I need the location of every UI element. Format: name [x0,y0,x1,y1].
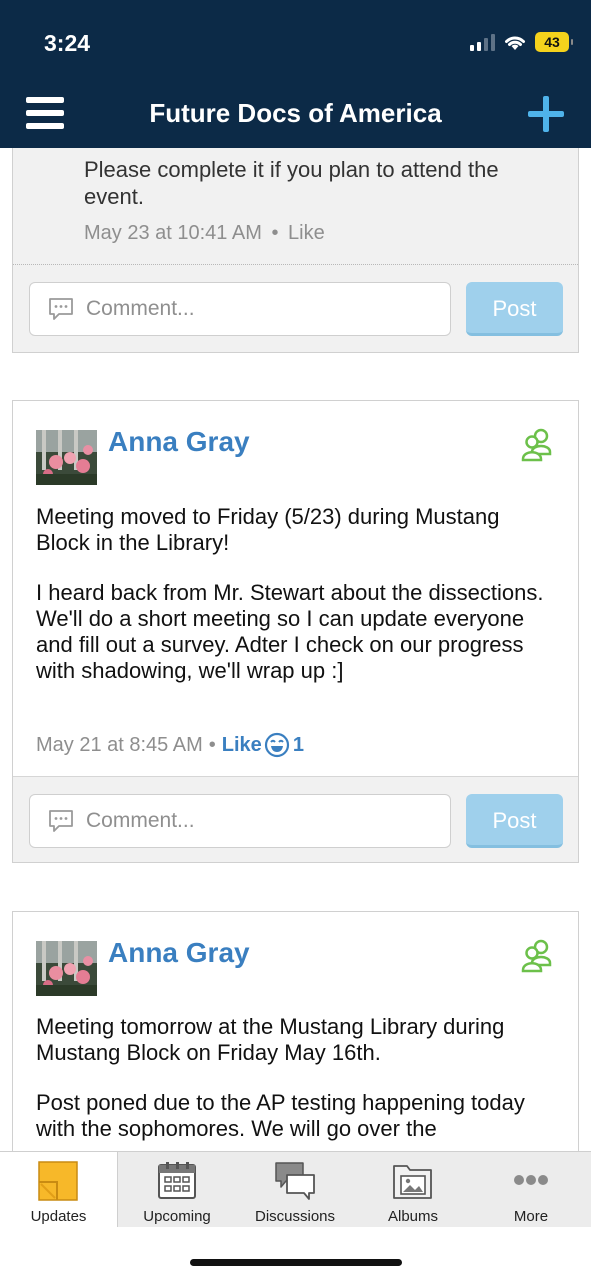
status-time: 3:24 [44,30,91,56]
page-title: Future Docs of America [149,98,442,128]
avatar[interactable] [36,941,97,996]
discussions-icon [275,1162,315,1200]
tab-label: More [513,1208,549,1225]
comment-placeholder: Comment... [86,809,195,832]
group-members-icon[interactable] [520,937,556,973]
post-card: Anna Gray Meeting moved to Friday (5/23)… [12,400,579,863]
tab-label: Upcoming [143,1208,211,1225]
post-card-previous: Please complete it if you plan to attend… [12,148,579,353]
tab-upcoming[interactable]: Upcoming [118,1152,236,1227]
post-timestamp: May 21 at 8:45 AM [36,733,203,756]
bottom-tab-bar: Updates Upcoming Discussions Albums More [0,1151,591,1227]
post-paragraph: Post poned due to the AP testing happeni… [36,1090,525,1141]
cellular-signal-icon [470,33,495,51]
post-body-text: Please complete it if you plan to attend… [84,157,499,209]
more-icon [514,1175,548,1185]
avatar-image [36,941,97,996]
post-paragraph: I heard back from Mr. Stewart about the … [36,580,544,683]
comment-placeholder: Comment... [86,297,195,320]
post-meta: May 21 at 8:45 AM • Like 1 [36,732,304,758]
tab-label: Discussions [254,1208,336,1225]
post-comment-button[interactable]: Post [466,794,563,848]
post-timestamp: May 23 at 10:41 AM [84,222,262,244]
comment-bubble-icon [49,298,73,320]
author-name[interactable]: Anna Gray [108,426,250,458]
post-text: Please complete it if you plan to attend… [84,156,554,247]
add-post-button[interactable] [528,96,564,132]
post-body: Meeting tomorrow at the Mustang Library … [36,1014,556,1166]
meta-separator: • [271,222,279,244]
comment-bubble-icon [49,810,73,832]
updates-icon [37,1161,78,1201]
comment-input[interactable]: Comment... [29,794,451,848]
post-paragraph: Meeting tomorrow at the Mustang Library … [36,1014,505,1065]
tab-label: Updates [30,1208,87,1225]
tab-updates[interactable]: Updates [0,1152,118,1227]
tab-label: Albums [387,1208,439,1225]
post-meta: May 23 at 10:41 AM • Like [84,220,554,247]
smiley-reaction-icon[interactable] [264,732,290,758]
tab-albums[interactable]: Albums [354,1152,472,1227]
comment-input[interactable]: Comment... [29,282,451,336]
app-header: 3:24 43 Future Docs of America [0,0,591,148]
group-members-icon[interactable] [520,426,556,462]
tab-discussions[interactable]: Discussions [236,1152,354,1227]
meta-separator: • [208,733,216,756]
post-body: Meeting moved to Friday (5/23) during Mu… [36,504,556,708]
like-link[interactable]: Like [288,222,325,244]
safe-area [0,1227,591,1280]
tab-more[interactable]: More [472,1152,590,1227]
post-comment-button[interactable]: Post [466,282,563,336]
wifi-icon [505,36,525,50]
battery-icon: 43 [535,32,573,52]
like-link[interactable]: Like [222,734,262,757]
avatar[interactable] [36,430,97,485]
divider [13,264,578,265]
calendar-icon [158,1162,196,1199]
comment-area: Comment... Post [13,776,578,862]
like-count[interactable]: 1 [293,734,304,757]
author-name[interactable]: Anna Gray [108,937,250,969]
albums-icon [393,1165,432,1199]
avatar-image [36,430,97,485]
post-paragraph: Meeting moved to Friday (5/23) during Mu… [36,504,500,555]
home-indicator[interactable] [190,1259,402,1266]
status-indicators: 43 [470,32,573,52]
